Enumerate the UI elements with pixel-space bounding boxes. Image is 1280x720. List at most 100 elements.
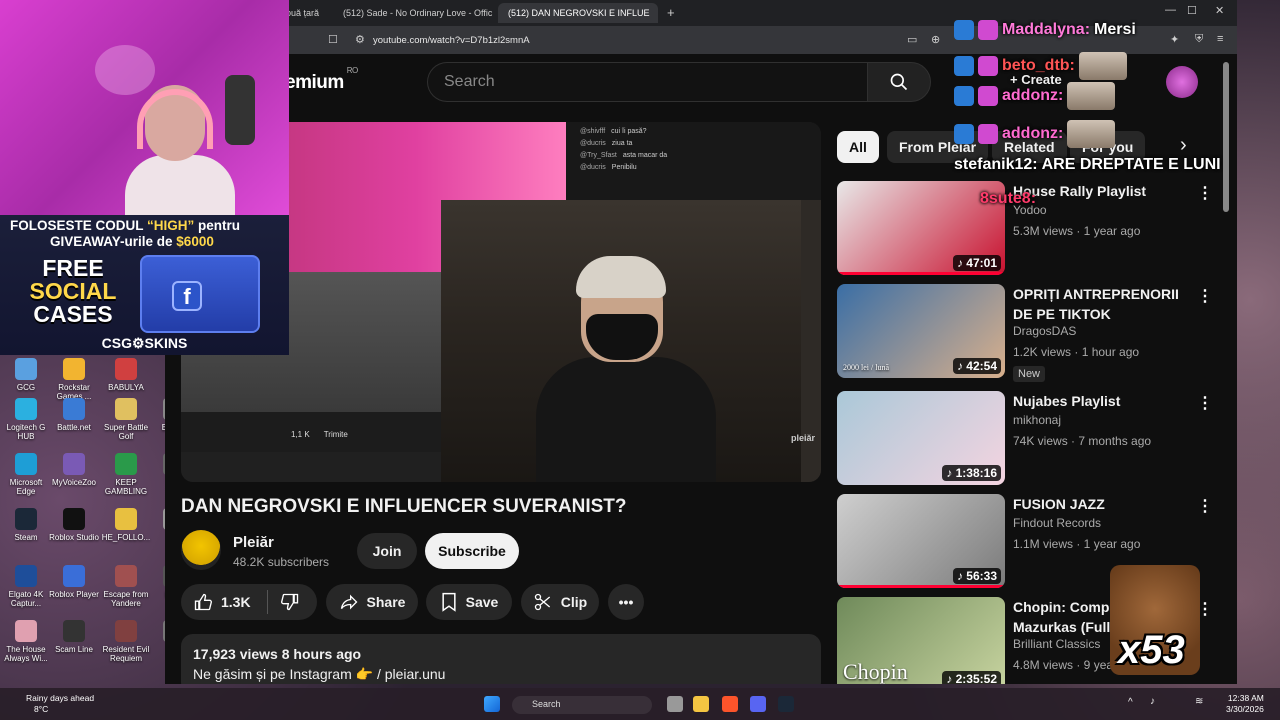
desktop-icon[interactable]: Roblox Studio xyxy=(48,508,100,542)
recommendation-item[interactable]: ♪ 1:38:16 Nujabes Playlist mikhonaj 74K vie… xyxy=(837,391,1217,485)
channel-avatar[interactable] xyxy=(181,530,221,570)
account-avatar[interactable] xyxy=(1166,66,1198,98)
like-count[interactable]: 1.3K xyxy=(221,594,251,610)
cast-icon[interactable]: ▭ xyxy=(907,33,917,46)
desktop-icon[interactable]: The House Always Wi... xyxy=(0,620,52,663)
discord-icon[interactable] xyxy=(750,696,766,712)
bookmark-icon[interactable]: ☐ xyxy=(328,33,338,46)
more-vert-icon[interactable]: ⋮ xyxy=(1197,393,1213,413)
desktop-icon[interactable]: Battle.net xyxy=(48,398,100,432)
duration: 2:35:52 xyxy=(955,672,997,684)
video-thumbnail[interactable]: ♪ 1:38:16 xyxy=(837,391,1005,485)
tab-sade[interactable]: (512) Sade - No Ordinary Love - Offic xyxy=(333,3,493,23)
desktop-icon[interactable]: HE_FOLLO... xyxy=(100,508,152,542)
share-icon xyxy=(340,594,357,610)
promo-text: GIVEAWAY-urile de xyxy=(50,234,177,249)
desktop-icon-label: Logitech G HUB xyxy=(6,423,46,441)
create-button[interactable]: + Create xyxy=(1010,72,1062,87)
desktop-icon[interactable]: Scam Line xyxy=(48,620,100,654)
task-view-icon[interactable] xyxy=(667,696,683,712)
more-actions-button[interactable]: ••• xyxy=(608,584,644,620)
desktop-icon[interactable]: BABULYA xyxy=(100,358,152,392)
save-button[interactable]: Save xyxy=(426,584,512,620)
thumbs-down-icon[interactable] xyxy=(280,592,300,612)
desktop-icon[interactable]: Roblox Player xyxy=(48,565,100,599)
desktop-icon[interactable]: MyVoiceZoo xyxy=(48,453,100,487)
badge-icon xyxy=(954,20,974,40)
chevron-up-icon[interactable]: ^ xyxy=(1128,697,1133,708)
rec-channel[interactable]: DragosDAS xyxy=(1013,324,1076,338)
rec-channel[interactable]: Brilliant Classics xyxy=(1013,637,1100,651)
more-vert-icon[interactable]: ⋮ xyxy=(1197,496,1213,516)
brave-icon[interactable] xyxy=(722,696,738,712)
join-button[interactable]: Join xyxy=(357,533,417,569)
url-text[interactable]: youtube.com/watch?v=D7b1zl2smnA xyxy=(373,35,530,46)
promo-text: FOLOSESTE CODUL xyxy=(10,218,148,233)
site-info-icon[interactable]: ⚙ xyxy=(355,33,365,46)
app-icon xyxy=(63,358,85,380)
desktop-icon[interactable]: GCG xyxy=(0,358,52,392)
chip-all[interactable]: All xyxy=(837,131,879,163)
more-vert-icon[interactable]: ⋮ xyxy=(1197,286,1213,306)
search-button[interactable] xyxy=(867,62,931,102)
start-icon[interactable] xyxy=(484,696,500,712)
video-thumbnail[interactable]: 2000 lei / lună ♪ 42:54 xyxy=(837,284,1005,378)
desktop-icon[interactable]: Logitech G HUB xyxy=(0,398,52,441)
app-icon xyxy=(63,453,85,475)
search-input[interactable] xyxy=(428,63,867,101)
desktop-icon[interactable]: Resident Evil Requiem xyxy=(100,620,152,663)
youtube-logo[interactable]: emiumRO xyxy=(285,66,358,94)
video-watermark: pleiăr xyxy=(791,433,816,443)
inner-like-count: 1,1 K xyxy=(291,430,310,439)
desktop-icon[interactable]: Escape from Yandere xyxy=(100,565,152,608)
tab-active-video[interactable]: (512) DAN NEGROVSKI E INFLUE✕ xyxy=(498,3,658,23)
search-box[interactable] xyxy=(427,62,867,102)
emote-count: x53 xyxy=(1118,628,1185,672)
rec-channel[interactable]: Findout Records xyxy=(1013,516,1101,530)
video-thumbnail[interactable]: ♪ 56:33 xyxy=(837,494,1005,588)
description-box[interactable]: 17,923 views 8 hours ago Ne găsim și pe … xyxy=(181,634,821,684)
promo-line2: GIVEAWAY-urile de $6000 xyxy=(50,234,214,249)
rec-title[interactable]: Nujabes Playlist xyxy=(1013,391,1193,411)
weather-widget[interactable]: Rainy days ahead 8°C xyxy=(10,693,94,715)
chip-label: All xyxy=(849,139,867,155)
channel-name[interactable]: Pleiăr xyxy=(233,534,274,551)
desktop-icon[interactable]: Steam xyxy=(0,508,52,542)
chat-msg: cui îi pasă? xyxy=(611,128,647,135)
share-button[interactable]: Share xyxy=(326,584,418,620)
app-icon xyxy=(15,398,37,420)
search-label: Search xyxy=(532,699,561,709)
rec-title[interactable]: FUSION JAZZ xyxy=(1013,494,1193,514)
clip-button[interactable]: Clip xyxy=(521,584,599,620)
zoom-icon[interactable]: ⊕ xyxy=(931,33,940,46)
speaker-icon[interactable]: ♪ xyxy=(1150,696,1155,707)
video-thumbnail[interactable]: Chopin ♪ 2:35:52 xyxy=(837,597,1005,684)
desktop-icon[interactable]: Rockstar Games ... xyxy=(48,358,100,401)
recommendation-item[interactable]: 2000 lei / lună ♪ 42:54 OPRIȚI ANTREPRENOR… xyxy=(837,284,1217,382)
new-tab-icon[interactable]: + xyxy=(667,5,675,20)
taskbar-search[interactable]: Search xyxy=(512,696,652,714)
desktop-icon-label: Escape from Yandere xyxy=(103,590,149,608)
taskbar: Rainy days ahead 8°C Search ^ ♪ ≋ 12:38 A… xyxy=(0,688,1280,720)
desktop-icon[interactable]: Super Battle Golf xyxy=(100,398,152,441)
file-explorer-icon[interactable] xyxy=(693,696,709,712)
steam-icon[interactable] xyxy=(778,696,794,712)
desktop-icon[interactable]: KEEP GAMBLING xyxy=(100,453,152,496)
rec-title[interactable]: OPRIȚI ANTREPRENORII DE PE TIKTOK xyxy=(1013,284,1193,324)
wifi-icon[interactable]: ≋ xyxy=(1195,696,1203,707)
badge-icon xyxy=(978,86,998,106)
desktop-icon-label: Roblox Studio xyxy=(49,533,99,542)
rec-channel[interactable]: mikhonaj xyxy=(1013,413,1061,427)
desktop-icon[interactable]: Elgato 4K Captur... xyxy=(0,565,52,608)
thumbs-up-icon[interactable] xyxy=(193,592,213,612)
weather-text: Rainy days ahead xyxy=(26,693,95,703)
clock[interactable]: 12:38 AM 3/30/2026 xyxy=(1226,693,1264,715)
create-label: Create xyxy=(1021,72,1062,87)
desktop-icon[interactable]: Microsoft Edge xyxy=(0,453,52,496)
subscribe-button[interactable]: Subscribe xyxy=(425,533,519,569)
app-icon xyxy=(115,358,137,380)
app-icon xyxy=(15,453,37,475)
promo-free-cases: FREE SOCIAL CASES xyxy=(18,257,128,326)
app-icon xyxy=(63,508,85,530)
streamer-webcam xyxy=(0,0,289,215)
